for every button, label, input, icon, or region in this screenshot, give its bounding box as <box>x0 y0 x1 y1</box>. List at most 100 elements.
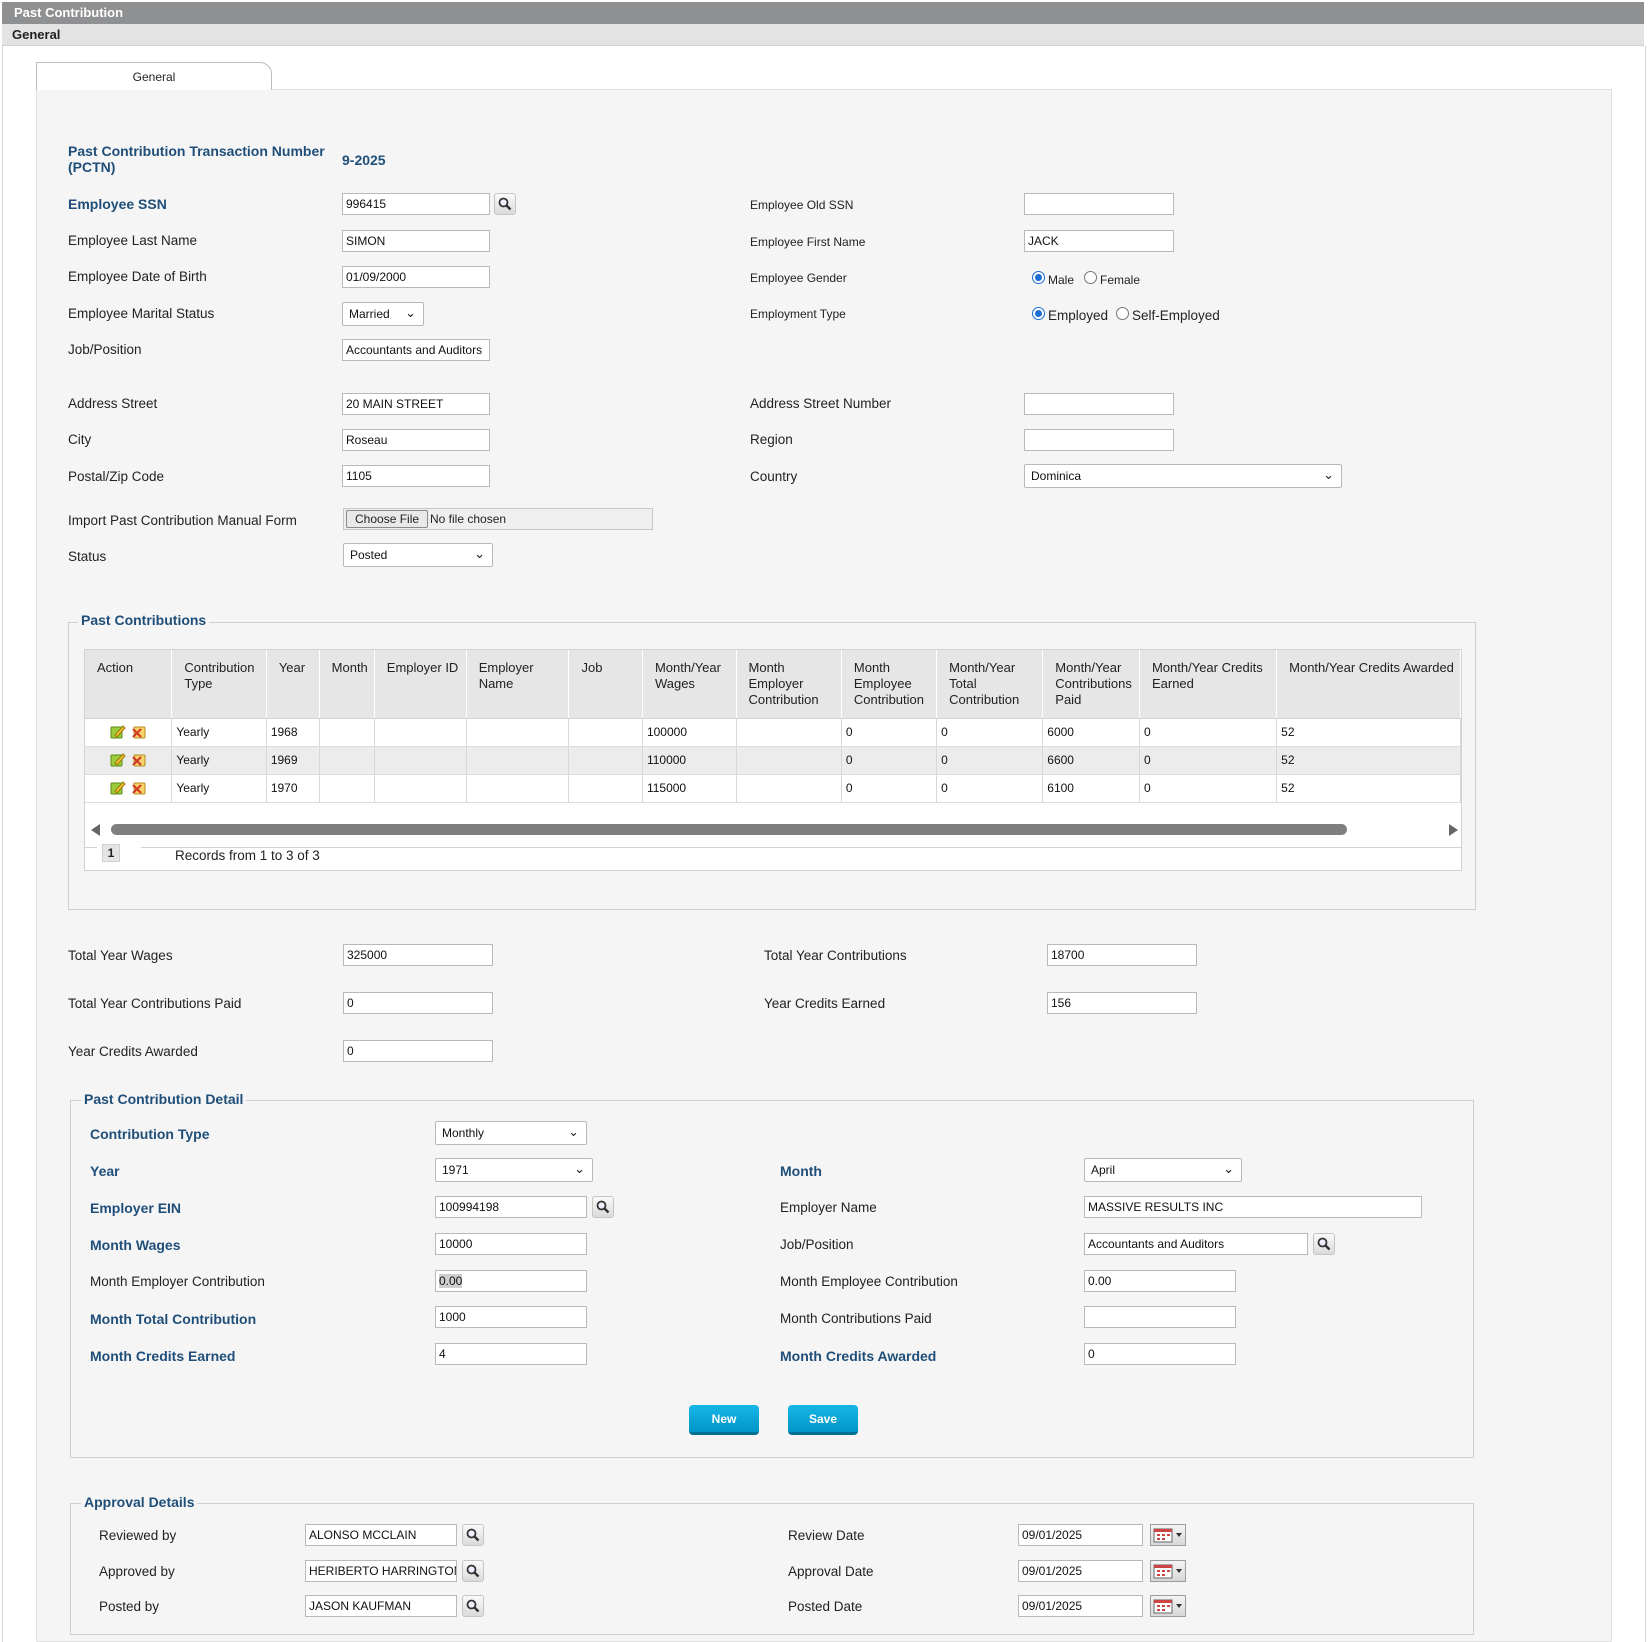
posted-date-calendar-button[interactable] <box>1150 1595 1186 1617</box>
edit-icon[interactable] <box>109 752 127 768</box>
year-credits-awarded-input[interactable]: 0 <box>343 1040 493 1062</box>
month-select[interactable]: April ⌄ <box>1084 1158 1242 1182</box>
month-wages-input[interactable]: 10000 <box>435 1233 587 1255</box>
new-button[interactable]: New <box>689 1405 759 1435</box>
posted-by-input[interactable]: JASON KAUFMAN <box>305 1595 457 1617</box>
action-cell <box>85 718 173 747</box>
detail-job-input[interactable]: Accountants and Auditors <box>1084 1233 1308 1255</box>
ein-search-button[interactable] <box>592 1196 614 1218</box>
approver-search-button[interactable] <box>462 1560 484 1582</box>
col-header[interactable]: Employer Name <box>466 650 570 719</box>
year-credits-earned-input[interactable]: 156 <box>1047 992 1197 1014</box>
chevron-down-icon: ⌄ <box>568 1124 579 1139</box>
postal-code-input[interactable]: 1105 <box>342 465 490 487</box>
scrollbar-thumb[interactable] <box>111 824 1347 835</box>
col-header[interactable]: Contribution Type <box>171 650 267 719</box>
col-header[interactable]: Action <box>85 650 173 719</box>
last-name-input[interactable]: SIMON <box>342 230 490 252</box>
status-select[interactable]: Posted ⌄ <box>343 543 493 567</box>
col-header[interactable]: Employer ID <box>374 650 467 719</box>
col-header[interactable]: Month/Year Total Contribution <box>936 650 1044 719</box>
table-cell: 1969 <box>266 746 320 775</box>
old-ssn-input[interactable] <box>1024 193 1174 215</box>
records-info: Records from 1 to 3 of 3 <box>171 848 324 863</box>
total-year-contributions-input[interactable]: 18700 <box>1047 944 1197 966</box>
col-header[interactable]: Job <box>568 650 643 719</box>
delete-icon[interactable] <box>130 780 148 796</box>
contribution-type-select[interactable]: Monthly ⌄ <box>435 1121 587 1145</box>
gender-male-radio[interactable] <box>1032 271 1045 284</box>
total-year-contributions-paid-input[interactable]: 0 <box>343 992 493 1014</box>
approval-date-calendar-button[interactable] <box>1150 1560 1186 1582</box>
year-select[interactable]: 1971 ⌄ <box>435 1158 593 1182</box>
scroll-left-icon[interactable] <box>91 824 100 836</box>
col-header[interactable]: Month/Year Credits Earned <box>1139 650 1278 719</box>
horizontal-scrollbar[interactable] <box>85 822 1461 836</box>
save-button[interactable]: Save <box>788 1405 858 1435</box>
region-input[interactable] <box>1024 429 1174 451</box>
edit-icon[interactable] <box>109 724 127 740</box>
delete-icon[interactable] <box>130 724 148 740</box>
col-header[interactable]: Month/Year Credits Awarded <box>1276 650 1461 719</box>
street-number-input[interactable] <box>1024 393 1174 415</box>
approval-date-input[interactable]: 09/01/2025 <box>1018 1560 1143 1582</box>
city-input[interactable]: Roseau <box>342 429 490 451</box>
first-name-input[interactable]: JACK <box>1024 230 1174 252</box>
review-date-calendar-button[interactable] <box>1150 1524 1186 1546</box>
chevron-down-icon: ⌄ <box>574 1161 585 1176</box>
job-position-input[interactable]: Accountants and Auditors <box>342 339 490 361</box>
file-input[interactable]: Choose File No file chosen <box>343 508 653 530</box>
contributions-paid-input[interactable] <box>1084 1306 1236 1328</box>
marital-status-select[interactable]: Married ⌄ <box>342 302 424 326</box>
edit-icon[interactable] <box>109 780 127 796</box>
scroll-right-icon[interactable] <box>1449 824 1458 836</box>
employment-self-radio[interactable] <box>1116 307 1129 320</box>
country-value: Dominica <box>1031 469 1082 483</box>
gender-label: Employee Gender <box>750 271 847 285</box>
reviewer-search-button[interactable] <box>462 1524 484 1546</box>
table-row[interactable]: Yearly 1969 110000 0 0 6600 0 52 <box>85 746 1461 775</box>
choose-file-button[interactable]: Choose File <box>346 510 429 528</box>
employer-name-input[interactable]: MASSIVE RESULTS INC <box>1084 1196 1422 1218</box>
dob-input[interactable]: 01/09/2000 <box>342 266 490 288</box>
col-header[interactable]: Month <box>319 650 375 719</box>
country-select[interactable]: Dominica ⌄ <box>1024 464 1342 488</box>
old-ssn-label: Employee Old SSN <box>750 198 854 212</box>
table-cell: 0 <box>936 774 1044 803</box>
table-row[interactable]: Yearly 1970 115000 0 0 6100 0 52 <box>85 774 1461 803</box>
total-contribution-input[interactable]: 1000 <box>435 1306 587 1328</box>
table-cell: 0 <box>841 746 938 775</box>
delete-icon[interactable] <box>130 752 148 768</box>
employer-ein-label: Employer EIN <box>90 1200 182 1216</box>
total-year-wages-input[interactable]: 325000 <box>343 944 493 966</box>
col-header[interactable]: Month/Year Wages <box>642 650 737 719</box>
employee-ssn-input[interactable]: 996415 <box>342 193 490 215</box>
page-1-button[interactable]: 1 <box>102 844 120 862</box>
table-row[interactable]: Yearly 1968 100000 0 0 6000 0 52 <box>85 718 1461 747</box>
col-header[interactable]: Month Employer Contribution <box>736 650 842 719</box>
col-header[interactable]: Month/Year Contributions Paid <box>1042 650 1140 719</box>
col-header[interactable]: Month Employee Contribution <box>841 650 938 719</box>
credits-earned-input[interactable]: 4 <box>435 1343 587 1365</box>
job-position-label: Job/Position <box>68 342 142 357</box>
gender-female-radio[interactable] <box>1084 271 1097 284</box>
employer-contribution-input[interactable]: 0.00 <box>435 1270 587 1292</box>
poster-search-button[interactable] <box>462 1595 484 1617</box>
contribution-type-label: Contribution Type <box>90 1126 210 1142</box>
col-header[interactable]: Year <box>266 650 320 719</box>
tab-general[interactable]: General <box>36 62 272 90</box>
credits-awarded-input[interactable]: 0 <box>1084 1343 1236 1365</box>
total-year-contributions-label: Total Year Contributions <box>764 948 907 963</box>
employment-employed-radio[interactable] <box>1032 307 1045 320</box>
posted-date-input[interactable]: 09/01/2025 <box>1018 1595 1143 1617</box>
approved-by-input[interactable]: HERIBERTO HARRINGTON <box>305 1560 457 1582</box>
employee-contribution-input[interactable]: 0.00 <box>1084 1270 1236 1292</box>
address-street-input[interactable]: 20 MAIN STREET <box>342 393 490 415</box>
reviewed-by-input[interactable]: ALONSO MCCLAIN <box>305 1524 457 1546</box>
ssn-search-button[interactable] <box>494 193 516 215</box>
job-search-button[interactable] <box>1313 1233 1335 1255</box>
employer-ein-input[interactable]: 100994198 <box>435 1196 587 1218</box>
magnifier-icon <box>1317 1237 1331 1251</box>
review-date-input[interactable]: 09/01/2025 <box>1018 1524 1143 1546</box>
table-cell: 0 <box>1139 718 1278 747</box>
